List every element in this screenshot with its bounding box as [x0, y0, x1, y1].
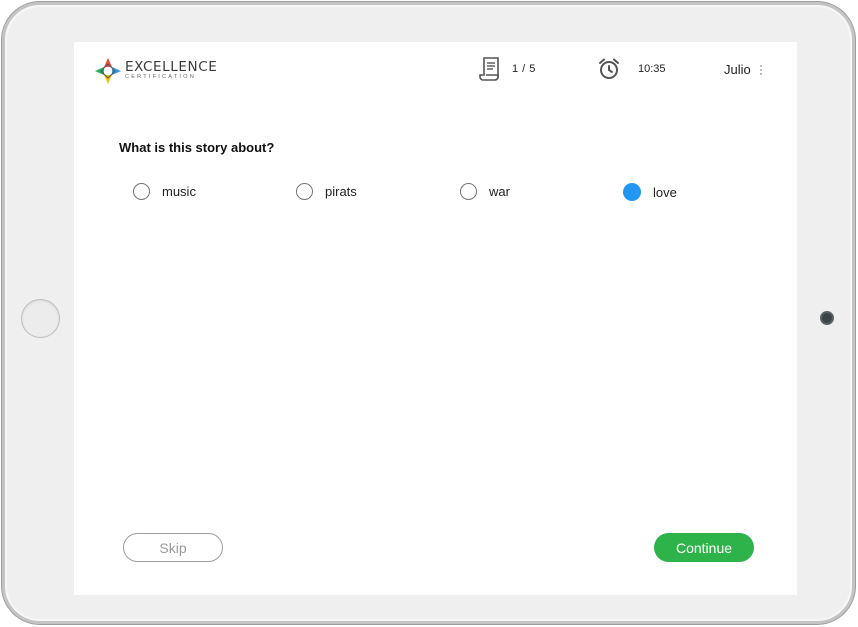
home-button[interactable]: [21, 299, 60, 338]
quiz-screen: EXCELLENCE CERTIFICATION 1 / 5 10:35 Jul…: [74, 42, 797, 595]
user-name: Julio: [724, 62, 751, 77]
radio-button[interactable]: [460, 183, 477, 200]
question-progress: 1 / 5: [479, 56, 536, 82]
option-pirats[interactable]: pirats: [296, 183, 357, 200]
radio-button[interactable]: [133, 183, 150, 200]
user-menu[interactable]: Julio: [724, 62, 762, 77]
continue-button[interactable]: Continue: [654, 533, 754, 562]
quiz-timer: 10:35: [597, 57, 666, 81]
progress-text: 1 / 5: [512, 63, 536, 75]
option-label: pirats: [325, 184, 357, 199]
skip-button[interactable]: Skip: [123, 533, 223, 562]
option-war[interactable]: war: [460, 183, 510, 200]
alarm-clock-icon: [599, 58, 619, 79]
logo-subtitle: CERTIFICATION: [125, 74, 196, 81]
question-text: What is this story about?: [119, 140, 275, 155]
brand-logo: EXCELLENCE CERTIFICATION: [93, 56, 217, 86]
timer-text: 10:35: [638, 63, 666, 75]
tablet-frame: EXCELLENCE CERTIFICATION 1 / 5 10:35 Jul…: [2, 2, 855, 624]
option-music[interactable]: music: [133, 183, 196, 200]
radio-button-selected[interactable]: [623, 183, 641, 201]
logo-title: EXCELLENCE: [125, 58, 218, 75]
kebab-menu-icon[interactable]: [759, 64, 762, 75]
camera-icon: [820, 311, 834, 325]
logo-mark-icon: [95, 58, 121, 84]
option-label: love: [653, 184, 677, 200]
radio-button[interactable]: [296, 183, 313, 200]
scroll-document-icon: [479, 57, 499, 81]
option-label: music: [162, 184, 196, 199]
option-label: war: [489, 184, 510, 199]
option-love[interactable]: love: [623, 183, 677, 201]
